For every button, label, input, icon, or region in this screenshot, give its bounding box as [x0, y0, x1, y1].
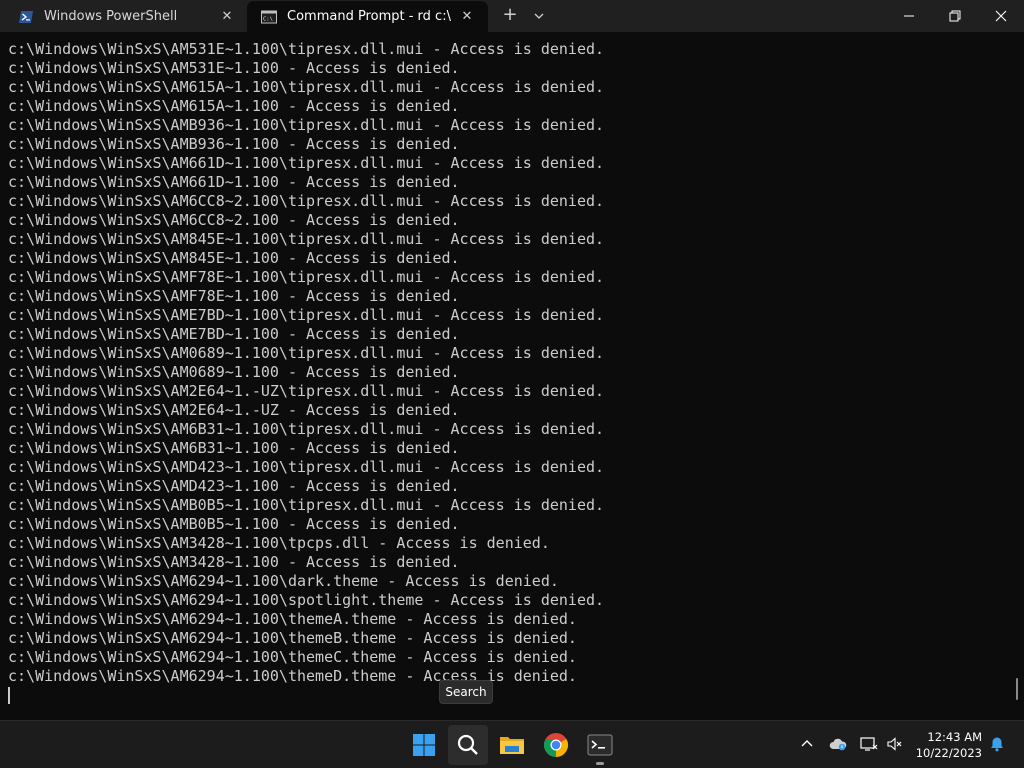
terminal-line: c:\Windows\WinSxS\AMF78E~1.100 - Access … [8, 287, 460, 305]
terminal-line: c:\Windows\WinSxS\AM6294~1.100\themeA.th… [8, 610, 577, 628]
terminal-line: c:\Windows\WinSxS\AM6294~1.100\dark.them… [8, 572, 559, 590]
terminal-icon[interactable] [580, 725, 620, 765]
terminal-line: c:\Windows\WinSxS\AM6294~1.100\themeB.th… [8, 629, 577, 647]
notification-bell-icon[interactable] [988, 735, 1006, 753]
chrome-icon[interactable] [536, 725, 576, 765]
close-tab-icon[interactable]: ✕ [218, 8, 236, 26]
restore-button[interactable] [932, 0, 978, 32]
text-cursor [8, 687, 10, 704]
volume-muted-icon[interactable] [886, 735, 904, 753]
terminal-line: c:\Windows\WinSxS\AM661D~1.100 - Access … [8, 173, 460, 191]
command-prompt-icon: C:\ [261, 9, 277, 25]
terminal-line: c:\Windows\WinSxS\AM845E~1.100 - Access … [8, 249, 460, 267]
terminal-line: c:\Windows\WinSxS\AM531E~1.100 - Access … [8, 59, 460, 77]
terminal-line: c:\Windows\WinSxS\AM615A~1.100\tipresx.d… [8, 78, 605, 96]
search-icon[interactable] [448, 725, 488, 765]
terminal-line: c:\Windows\WinSxS\AM661D~1.100\tipresx.d… [8, 154, 605, 172]
chevron-down-icon[interactable] [530, 7, 548, 25]
terminal-line: c:\Windows\WinSxS\AMD423~1.100 - Access … [8, 477, 460, 495]
terminal-line: c:\Windows\WinSxS\AMB0B5~1.100 - Access … [8, 515, 460, 533]
terminal-line: c:\Windows\WinSxS\AM3428~1.100\tpcps.dll… [8, 534, 550, 552]
terminal-line: c:\Windows\WinSxS\AM6CC8~2.100\tipresx.d… [8, 192, 605, 210]
new-tab-button[interactable]: + [500, 6, 520, 26]
terminal-line: c:\Windows\WinSxS\AM2E64~1.-UZ\tipresx.d… [8, 382, 605, 400]
active-app-indicator [596, 762, 604, 765]
tab-title: Windows PowerShell [44, 9, 178, 24]
terminal-line: c:\Windows\WinSxS\AMB0B5~1.100\tipresx.d… [8, 496, 605, 514]
chevron-up-icon[interactable] [798, 735, 816, 753]
close-tab-icon[interactable]: ✕ [458, 8, 476, 26]
minimize-button[interactable] [886, 0, 932, 32]
network-icon[interactable] [860, 735, 878, 753]
terminal-line: c:\Windows\WinSxS\AM531E~1.100\tipresx.d… [8, 40, 605, 58]
terminal-output[interactable]: c:\Windows\WinSxS\AM531E~1.100\tipresx.d… [0, 32, 1024, 720]
terminal-line: c:\Windows\WinSxS\AM6294~1.100\themeC.th… [8, 648, 577, 666]
terminal-line: c:\Windows\WinSxS\AM6B31~1.100 - Access … [8, 439, 460, 457]
terminal-line: c:\Windows\WinSxS\AM0689~1.100\tipresx.d… [8, 344, 605, 362]
tab-title: Command Prompt - rd c:\ /s /q [287, 9, 453, 24]
terminal-line: c:\Windows\WinSxS\AM6294~1.100\spotlight… [8, 591, 605, 609]
terminal-line: c:\Windows\WinSxS\AM0689~1.100 - Access … [8, 363, 460, 381]
terminal-line: c:\Windows\WinSxS\AM6B31~1.100\tipresx.d… [8, 420, 605, 438]
start-icon[interactable] [404, 725, 444, 765]
svg-text:C:\: C:\ [263, 17, 273, 23]
title-bar: Windows PowerShell ✕ C:\ Command Prompt … [0, 0, 1024, 32]
terminal-line: c:\Windows\WinSxS\AME7BD~1.100 - Access … [8, 325, 460, 343]
terminal-line: c:\Windows\WinSxS\AME7BD~1.100\tipresx.d… [8, 306, 605, 324]
file-explorer-icon[interactable] [492, 725, 532, 765]
terminal-line: c:\Windows\WinSxS\AM615A~1.100 - Access … [8, 97, 460, 115]
scrollbar-thumb[interactable] [1016, 678, 1018, 700]
terminal-line: c:\Windows\WinSxS\AMB936~1.100\tipresx.d… [8, 116, 605, 134]
terminal-line: c:\Windows\WinSxS\AM845E~1.100\tipresx.d… [8, 230, 605, 248]
clock[interactable]: 12:43 AM 10/22/2023 [914, 729, 982, 761]
terminal-line: c:\Windows\WinSxS\AMB936~1.100 - Access … [8, 135, 460, 153]
terminal-line: c:\Windows\WinSxS\AM3428~1.100 - Access … [8, 553, 460, 571]
close-window-button[interactable] [978, 0, 1024, 32]
terminal-line: c:\Windows\WinSxS\AMF78E~1.100\tipresx.d… [8, 268, 605, 286]
terminal-line: c:\Windows\WinSxS\AM6CC8~2.100 - Access … [8, 211, 460, 229]
search-tooltip: Search [439, 680, 493, 704]
taskbar: 12:43 AM 10/22/2023 [0, 720, 1024, 768]
tab-command-prompt[interactable]: C:\ Command Prompt - rd c:\ /s /q ✕ [247, 1, 488, 32]
clock-time: 12:43 AM [927, 730, 982, 744]
onedrive-icon[interactable] [829, 735, 847, 753]
tab-windows-powershell[interactable]: Windows PowerShell ✕ [4, 1, 244, 32]
clock-date: 10/22/2023 [915, 746, 982, 760]
terminal-line: c:\Windows\WinSxS\AMD423~1.100\tipresx.d… [8, 458, 605, 476]
powershell-icon [18, 9, 34, 25]
terminal-line: c:\Windows\WinSxS\AM2E64~1.-UZ - Access … [8, 401, 460, 419]
